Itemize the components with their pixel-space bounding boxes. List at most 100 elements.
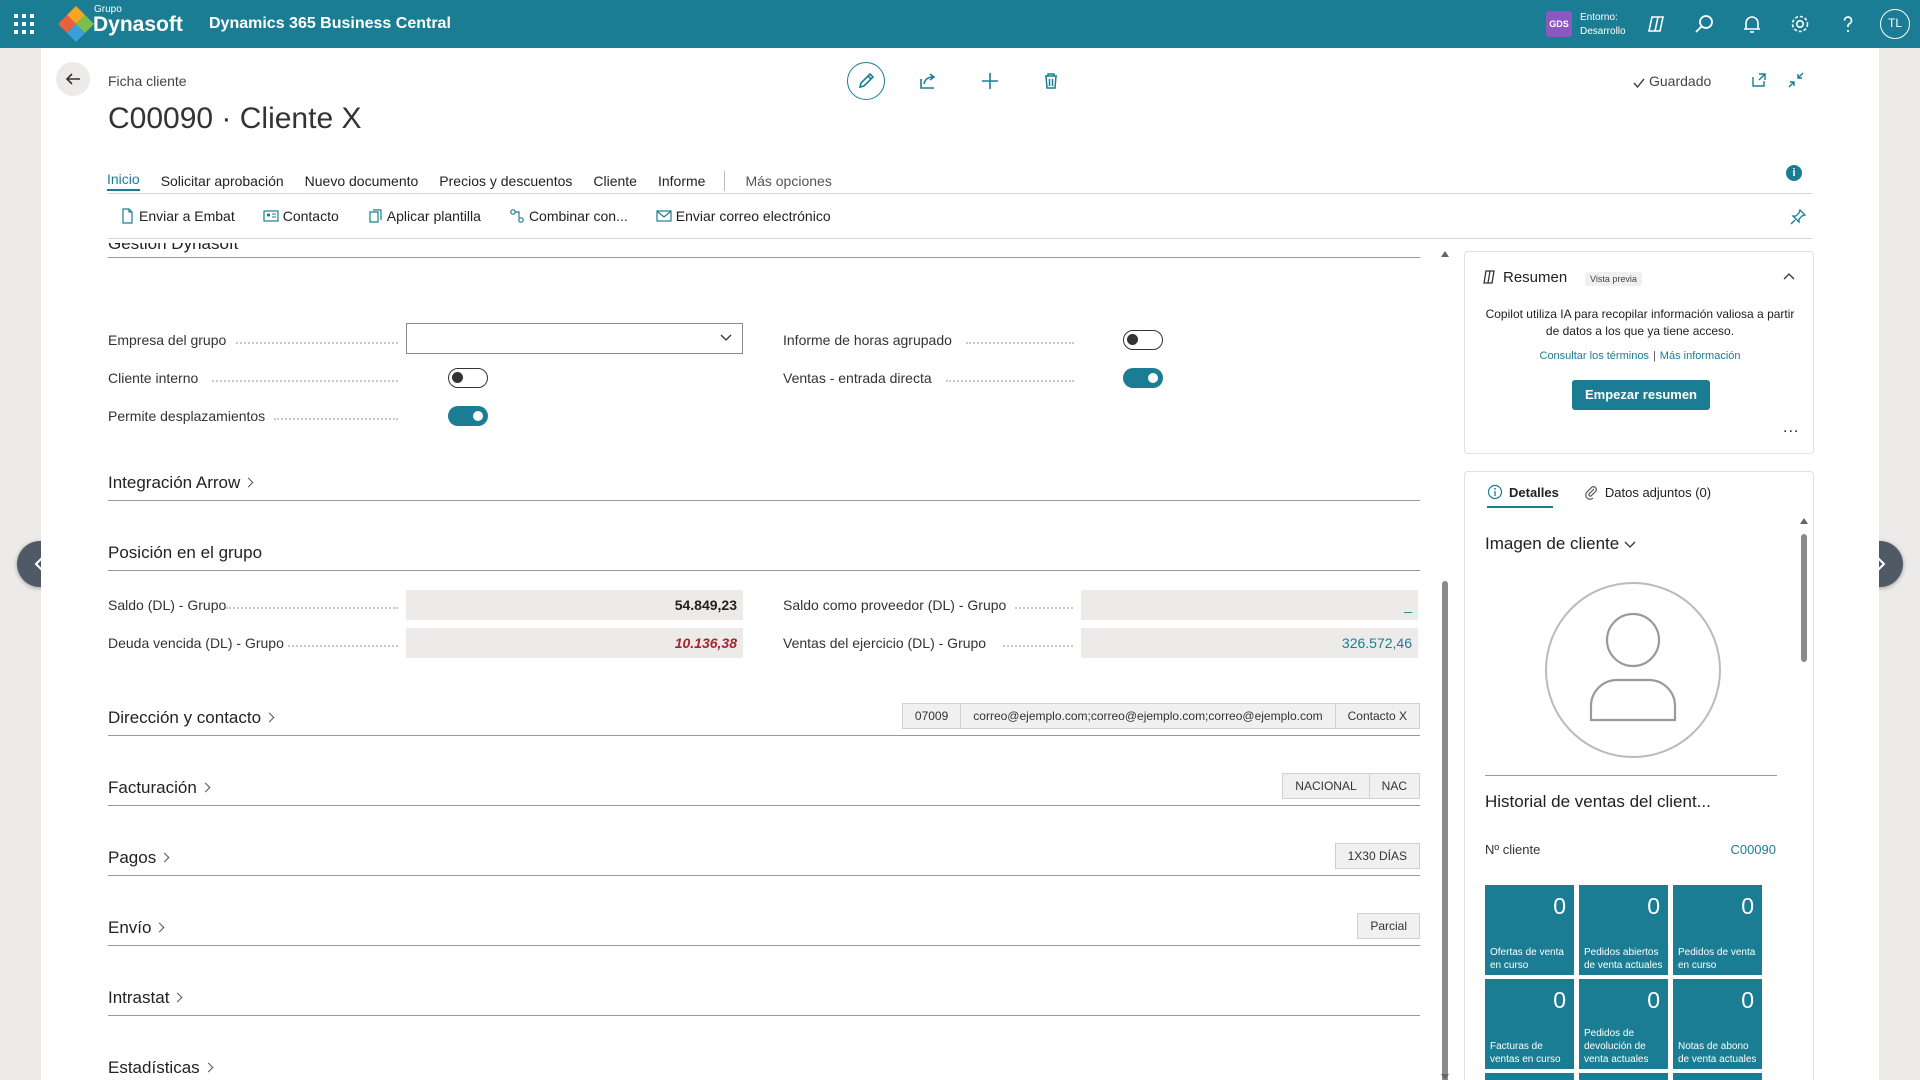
field-cliente-interno: Cliente interno [108, 363, 748, 391]
back-button[interactable] [56, 62, 90, 96]
direccion-contacto-header[interactable]: Dirección y contacto [108, 708, 275, 728]
estadisticas-header[interactable]: Estadísticas [108, 1058, 214, 1078]
pagos-title: Pagos [108, 848, 157, 867]
aplicar-plantilla-action[interactable]: Aplicar plantilla [367, 208, 481, 224]
deuda-vencida-value[interactable]: 10.136,38 [406, 628, 743, 658]
more-info-link[interactable]: Más información [1660, 350, 1741, 362]
cue-tile[interactable] [1673, 1073, 1762, 1080]
contacto-action[interactable]: Contacto [263, 208, 339, 224]
customer-image-header[interactable]: Imagen de cliente [1485, 534, 1636, 554]
sales-history-title[interactable]: Historial de ventas del client... [1485, 792, 1711, 812]
environment-badge[interactable]: GDS [1546, 11, 1572, 37]
help-icon[interactable] [1836, 12, 1860, 36]
ventas-entrada-toggle[interactable] [1123, 368, 1163, 388]
empresa-grupo-select[interactable] [406, 323, 743, 354]
email-icon [656, 210, 672, 222]
collapse-icon[interactable] [1787, 71, 1805, 89]
breadcrumb: Ficha cliente [108, 73, 187, 89]
share-icon[interactable] [911, 64, 945, 98]
intrastat-header[interactable]: Intrastat [108, 988, 183, 1008]
cue-tile[interactable] [1579, 1073, 1668, 1080]
app-title[interactable]: Dynamics 365 Business Central [209, 15, 451, 33]
chevron-right-icon [203, 1062, 214, 1073]
integracion-arrow-header[interactable]: Integración Arrow [108, 473, 254, 493]
section-divider [108, 735, 1420, 736]
chevron-up-icon[interactable] [1783, 272, 1795, 280]
scroll-down-icon[interactable] [1441, 1074, 1449, 1080]
delete-icon[interactable] [1034, 64, 1068, 98]
cue-tile[interactable]: 0 Facturas de ventas en curso [1485, 979, 1574, 1069]
customer-no-value[interactable]: C00090 [1730, 842, 1776, 857]
scroll-up-icon[interactable] [1800, 518, 1808, 524]
saldo-grupo-value[interactable]: 54.849,23 [406, 590, 743, 620]
tab-detalles[interactable]: Detalles [1487, 484, 1559, 500]
user-avatar[interactable]: TL [1880, 9, 1910, 39]
tab-solicitar-aprobacion[interactable]: Solicitar aprobación [161, 173, 284, 189]
pagos-header[interactable]: Pagos [108, 848, 170, 868]
chevron-down-icon [720, 334, 732, 341]
factbox-scrollbar[interactable] [1799, 518, 1809, 1080]
facturacion-summary: NACIONAL NAC [1282, 773, 1420, 799]
facturacion-header[interactable]: Facturación [108, 778, 211, 798]
tab-nuevo-documento[interactable]: Nuevo documento [305, 173, 419, 189]
contacto-label: Contacto [282, 208, 339, 224]
customer-image-placeholder[interactable] [1545, 582, 1721, 758]
info-icon[interactable]: i [1786, 165, 1802, 181]
field-permite-desplazamientos: Permite desplazamientos [108, 401, 748, 429]
leader-dots [212, 380, 398, 382]
edit-button[interactable] [847, 62, 885, 100]
envio-summary: Parcial [1357, 913, 1420, 939]
cue-tile[interactable] [1485, 1073, 1574, 1080]
main-scrollbar[interactable] [1440, 251, 1450, 1080]
scroll-thumb[interactable] [1801, 534, 1807, 662]
terms-link[interactable]: Consultar los términos [1540, 350, 1649, 362]
tab-mas-opciones[interactable]: Más opciones [745, 173, 831, 189]
tab-precios-descuentos[interactable]: Precios y descuentos [439, 173, 572, 189]
copilot-icon[interactable] [1644, 12, 1668, 36]
cue-tile[interactable]: 0 Pedidos abiertos de venta actuales [1579, 885, 1668, 975]
cue-tile[interactable]: 0 Pedidos de devolución de venta actuales [1579, 979, 1668, 1069]
more-options-button[interactable]: ... [1783, 419, 1799, 437]
open-new-window-icon[interactable] [1750, 71, 1768, 89]
combinar-con-action[interactable]: Combinar con... [509, 208, 628, 224]
summary-group: NACIONAL [1282, 773, 1370, 799]
enviar-correo-action[interactable]: Enviar correo electrónico [656, 208, 831, 224]
combinar-con-label: Combinar con... [528, 208, 628, 224]
enviar-embat-action[interactable]: Enviar a Embat [119, 208, 235, 224]
notifications-icon[interactable] [1740, 12, 1764, 36]
cue-value: 0 [1647, 893, 1660, 919]
tab-informe[interactable]: Informe [658, 173, 705, 189]
cue-tile[interactable]: 0 Pedidos de venta en curso [1673, 885, 1762, 975]
cue-tile[interactable]: 0 Notas de abono de venta actuales [1673, 979, 1762, 1069]
pencil-icon [858, 72, 874, 88]
scroll-thumb[interactable] [1442, 581, 1448, 1080]
environment-value: Desarrollo [1580, 26, 1626, 37]
summary-group-code: NAC [1368, 773, 1420, 799]
envio-header[interactable]: Envío [108, 918, 165, 938]
tab-cliente[interactable]: Cliente [593, 173, 637, 189]
tab-datos-adjuntos[interactable]: Datos adjuntos (0) [1583, 484, 1711, 500]
environment-info[interactable]: Entorno: Desarrollo [1580, 11, 1626, 39]
ventas-ejercicio-value[interactable]: 326.572,46 [1081, 628, 1418, 658]
active-tab-indicator [1487, 506, 1553, 508]
start-summary-button[interactable]: Empezar resumen [1572, 380, 1710, 410]
informe-horas-toggle[interactable] [1123, 330, 1163, 350]
search-icon[interactable] [1692, 12, 1716, 36]
cliente-interno-toggle[interactable] [448, 368, 488, 388]
permite-desplazamientos-toggle[interactable] [448, 406, 488, 426]
saldo-proveedor-value[interactable]: _ [1081, 590, 1418, 620]
add-icon[interactable] [973, 64, 1007, 98]
field-ventas-entrada-directa: Ventas - entrada directa [783, 363, 1420, 391]
factbox-tabs: Detalles Datos adjuntos (0) [1487, 484, 1735, 500]
saldo-proveedor-label: Saldo como proveedor (DL) - Grupo [783, 597, 1007, 613]
app-launcher-icon[interactable] [14, 14, 34, 34]
cue-tile[interactable]: 0 Ofertas de venta en curso [1485, 885, 1574, 975]
posicion-grupo-header[interactable]: Posición en el grupo [108, 543, 262, 563]
tab-inicio[interactable]: Inicio [107, 171, 140, 191]
settings-gear-icon[interactable] [1788, 12, 1812, 36]
section-gestion-dynasoft[interactable]: Gestión Dynasoft [108, 243, 238, 254]
copilot-summary-card: Resumen Vista previa Copilot utiliza IA … [1464, 251, 1814, 454]
summary-email: correo@ejemplo.com;correo@ejemplo.com;co… [960, 703, 1336, 729]
pin-icon[interactable] [1789, 208, 1807, 226]
scroll-up-icon[interactable] [1441, 251, 1449, 257]
